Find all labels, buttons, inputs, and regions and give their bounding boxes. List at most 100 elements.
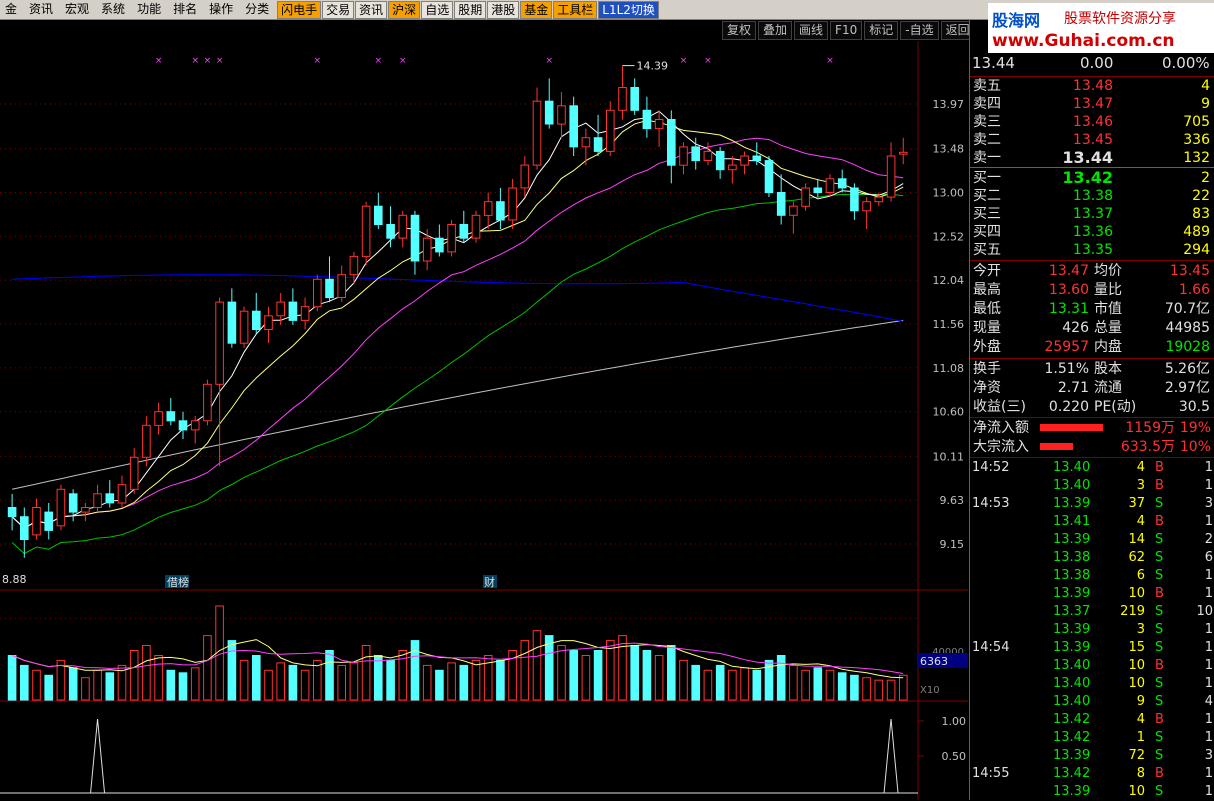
candle[interactable] <box>44 502 54 540</box>
candle[interactable] <box>264 306 273 344</box>
candle[interactable] <box>435 224 444 257</box>
chart-tool-1[interactable]: 叠加 <box>758 21 793 40</box>
quick-button-8[interactable]: 工具栏 <box>553 0 598 19</box>
candle[interactable] <box>361 201 371 266</box>
candle[interactable] <box>398 210 408 248</box>
kline-chart-area[interactable]: 13.97 13.48 13.00 12.52 12.04 11.56 11.08 10.60… <box>0 41 968 800</box>
candle[interactable] <box>81 502 90 522</box>
menu-item-0[interactable]: 金 <box>0 0 24 19</box>
candle[interactable] <box>20 507 29 558</box>
candle[interactable] <box>789 201 798 234</box>
bid-row[interactable]: 买三 13.37 83 <box>970 205 1214 223</box>
candle[interactable] <box>447 219 456 257</box>
candle[interactable] <box>142 416 151 467</box>
menu-item-7[interactable]: 分类 <box>240 0 276 19</box>
candle[interactable] <box>154 402 163 435</box>
candle[interactable] <box>459 210 469 243</box>
quick-button-0[interactable]: 闪电手 <box>277 0 322 19</box>
candle[interactable] <box>520 156 530 198</box>
candle[interactable] <box>886 142 896 202</box>
candle[interactable] <box>386 206 395 248</box>
quick-button-1[interactable]: 交易 <box>322 0 355 19</box>
candle[interactable] <box>606 101 615 156</box>
candle[interactable] <box>252 292 261 335</box>
menu-item-6[interactable]: 操作 <box>204 0 240 19</box>
ask-row[interactable]: 卖三 13.46 705 <box>970 113 1214 131</box>
candle[interactable] <box>679 142 688 175</box>
menu-item-4[interactable]: 功能 <box>132 0 168 19</box>
candle[interactable] <box>508 178 517 230</box>
candle[interactable] <box>313 274 322 312</box>
candle[interactable] <box>288 288 298 325</box>
candle[interactable] <box>32 498 41 540</box>
ask-row[interactable]: 卖二 13.45 336 <box>970 131 1214 149</box>
ask-row[interactable]: 卖五 13.48 4 <box>970 77 1214 95</box>
quick-button-6[interactable]: 港股 <box>487 0 520 19</box>
candle[interactable] <box>837 169 847 193</box>
candle[interactable] <box>630 78 640 115</box>
chart-tool-2[interactable]: 画线 <box>794 21 829 40</box>
candle[interactable] <box>740 151 749 175</box>
candle[interactable] <box>129 448 139 494</box>
candle[interactable] <box>642 96 652 138</box>
candle[interactable] <box>544 78 554 129</box>
candle[interactable] <box>569 96 579 156</box>
candle[interactable] <box>618 65 627 120</box>
candle[interactable] <box>776 174 786 225</box>
candle[interactable] <box>239 306 249 348</box>
bid-row[interactable]: 买一 13.42 2 <box>970 169 1214 187</box>
quick-button-7[interactable]: 基金 <box>520 0 553 19</box>
chart-tool-5[interactable]: -自选 <box>900 21 939 40</box>
candle[interactable] <box>764 156 774 198</box>
candle[interactable] <box>105 480 115 508</box>
ask-row[interactable]: 卖一 13.44 132 <box>970 149 1214 167</box>
candle[interactable] <box>227 288 237 348</box>
chart-tool-3[interactable]: F10 <box>830 21 863 40</box>
candle[interactable] <box>825 174 835 198</box>
kline-chart[interactable]: 13.97 13.48 13.00 12.52 12.04 11.56 11.08 10.60… <box>0 41 968 800</box>
quick-button-9[interactable]: L1L2切换 <box>598 0 659 19</box>
candle[interactable] <box>117 475 127 508</box>
candle[interactable] <box>862 197 871 230</box>
menu-item-5[interactable]: 排名 <box>168 0 204 19</box>
candle[interactable] <box>374 192 383 230</box>
candle[interactable] <box>93 484 102 513</box>
bid-row[interactable]: 买五 13.35 294 <box>970 241 1214 259</box>
candle[interactable] <box>654 110 664 147</box>
quick-button-3[interactable]: 沪深 <box>388 0 421 19</box>
candle[interactable] <box>7 493 17 531</box>
candle[interactable] <box>532 87 542 170</box>
ask-row[interactable]: 卖四 13.47 9 <box>970 95 1214 113</box>
bid-row[interactable]: 买二 13.38 22 <box>970 187 1214 205</box>
menu-item-3[interactable]: 系统 <box>96 0 132 19</box>
quick-button-2[interactable]: 资讯 <box>355 0 388 19</box>
menu-item-2[interactable]: 宏观 <box>60 0 96 19</box>
candle[interactable] <box>801 183 810 211</box>
event-tag-finance[interactable]: 财 <box>483 575 497 589</box>
bid-row[interactable]: 买四 13.36 489 <box>970 223 1214 241</box>
candle[interactable] <box>56 484 66 531</box>
candle[interactable] <box>325 256 334 303</box>
event-tag-lhb[interactable]: 借榜 <box>165 575 189 589</box>
candle[interactable] <box>557 92 566 138</box>
candle[interactable] <box>410 210 420 275</box>
quick-button-4[interactable]: 自选 <box>421 0 454 19</box>
quick-button-5[interactable]: 股期 <box>454 0 487 19</box>
candle[interactable] <box>166 397 176 426</box>
candle[interactable] <box>337 265 346 303</box>
candle[interactable] <box>593 114 603 156</box>
candle[interactable] <box>899 137 908 165</box>
candle[interactable] <box>850 183 859 220</box>
candle[interactable] <box>667 110 676 184</box>
candle[interactable] <box>300 297 310 330</box>
candle[interactable] <box>703 142 713 166</box>
candle[interactable] <box>178 411 188 440</box>
menu-item-1[interactable]: 资讯 <box>24 0 60 19</box>
candle[interactable] <box>471 210 481 243</box>
candle[interactable] <box>422 229 432 271</box>
chart-tool-4[interactable]: 标记 <box>864 21 899 40</box>
candle[interactable] <box>728 156 737 184</box>
candle[interactable] <box>190 416 200 444</box>
candle[interactable] <box>215 297 224 467</box>
candle[interactable] <box>813 178 823 198</box>
